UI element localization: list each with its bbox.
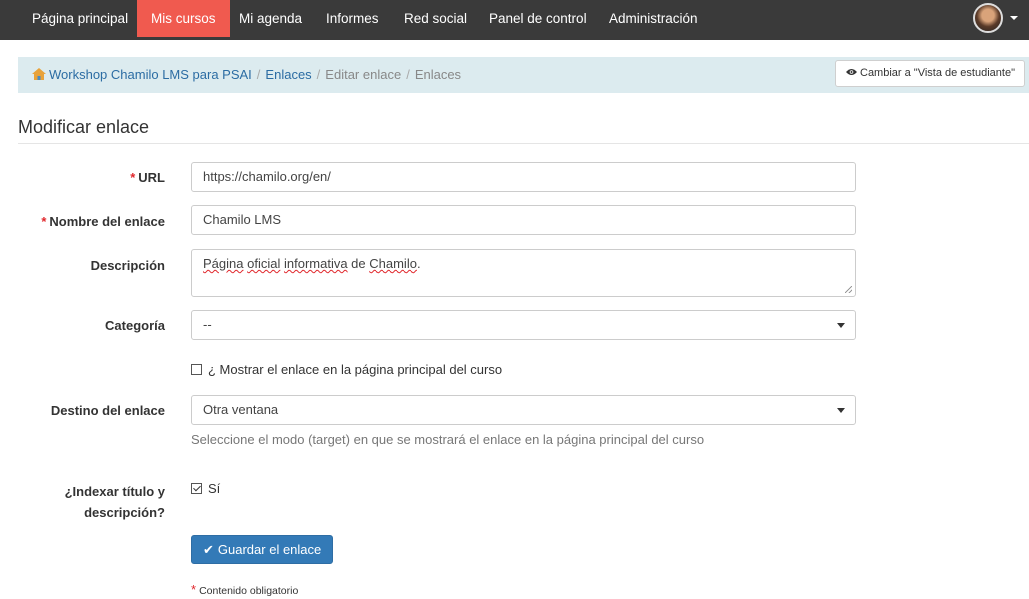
target-label: Destino del enlace <box>50 403 165 418</box>
link-name-label: * Nombre del enlace <box>41 214 165 229</box>
required-note: * Contenido obligatorio <box>191 582 299 597</box>
category-select[interactable]: -- <box>191 310 856 340</box>
check-icon: ✔ <box>203 542 214 557</box>
index-checkbox[interactable] <box>191 483 202 494</box>
chevron-down-icon[interactable] <box>1010 16 1018 20</box>
page-title: Modificar enlace <box>18 117 150 137</box>
target-select[interactable]: Otra ventana <box>191 395 856 425</box>
student-view-button[interactable]: Cambiar a "Vista de estudiante" <box>835 60 1025 87</box>
save-link-label: Guardar el enlace <box>217 542 322 557</box>
top-navbar: Página principal Mis cursos Mi agenda In… <box>0 0 1029 40</box>
student-view-label: Cambiar a "Vista de estudiante" <box>860 67 1015 79</box>
show-on-homepage-label: ¿ Mostrar el enlace en la página princip… <box>208 362 503 377</box>
link-name-input[interactable]: Chamilo LMS <box>191 205 856 235</box>
caret-down-icon <box>837 323 845 328</box>
save-link-button[interactable]: ✔ Guardar el enlace <box>191 535 334 564</box>
caret-down-icon <box>837 408 845 413</box>
nav-item-panel-de-control[interactable]: Panel de control <box>489 0 587 37</box>
required-marker: * <box>191 582 197 597</box>
eye-icon <box>846 61 857 86</box>
show-on-homepage-option[interactable]: ¿ Mostrar el enlace en la página princip… <box>191 362 502 377</box>
target-selected: Otra ventana <box>203 402 279 417</box>
breadcrumb-enlaces[interactable]: Enlaces <box>265 67 311 82</box>
title-divider <box>18 143 1029 144</box>
index-label: ¿Indexar título y descripción? <box>64 484 165 520</box>
url-input[interactable]: https://chamilo.org/en/ <box>191 162 856 192</box>
breadcrumb-separator: / <box>316 67 321 82</box>
nav-item-administracion[interactable]: Administración <box>609 0 698 37</box>
breadcrumb: Workshop Chamilo LMS para PSAI / Enlaces / E… <box>32 57 461 93</box>
required-marker: * <box>41 214 47 229</box>
index-option-label: Sí <box>208 481 221 496</box>
target-help-text: Seleccione el modo (target) en que se mo… <box>191 432 705 447</box>
category-selected: -- <box>203 317 212 332</box>
description-textarea[interactable]: Página oficial informativa de Chamilo. <box>191 249 856 297</box>
nav-item-mis-cursos[interactable]: Mis cursos <box>137 0 230 37</box>
url-label: * URL <box>130 170 165 185</box>
nav-item-red-social[interactable]: Red social <box>404 0 467 37</box>
breadcrumb-course[interactable]: Workshop Chamilo LMS para PSAI <box>49 67 252 82</box>
breadcrumb-editar-enlace: Editar enlace <box>325 67 402 82</box>
index-option[interactable]: Sí <box>191 481 220 496</box>
nav-item-informes[interactable]: Informes <box>326 0 379 37</box>
home-icon[interactable] <box>32 58 46 80</box>
required-marker: * <box>130 170 136 185</box>
breadcrumb-current: Enlaces <box>414 67 462 82</box>
nav-item-mi-agenda[interactable]: Mi agenda <box>239 0 302 37</box>
resize-handle[interactable] <box>845 286 852 293</box>
nav-item-pagina-principal[interactable]: Página principal <box>32 0 128 37</box>
user-avatar[interactable] <box>973 3 1003 33</box>
breadcrumb-separator: / <box>406 67 410 82</box>
breadcrumb-separator: / <box>256 67 261 82</box>
category-label: Categoría <box>105 318 165 333</box>
description-label: Descripción <box>90 258 165 273</box>
show-on-homepage-checkbox[interactable] <box>191 364 202 375</box>
